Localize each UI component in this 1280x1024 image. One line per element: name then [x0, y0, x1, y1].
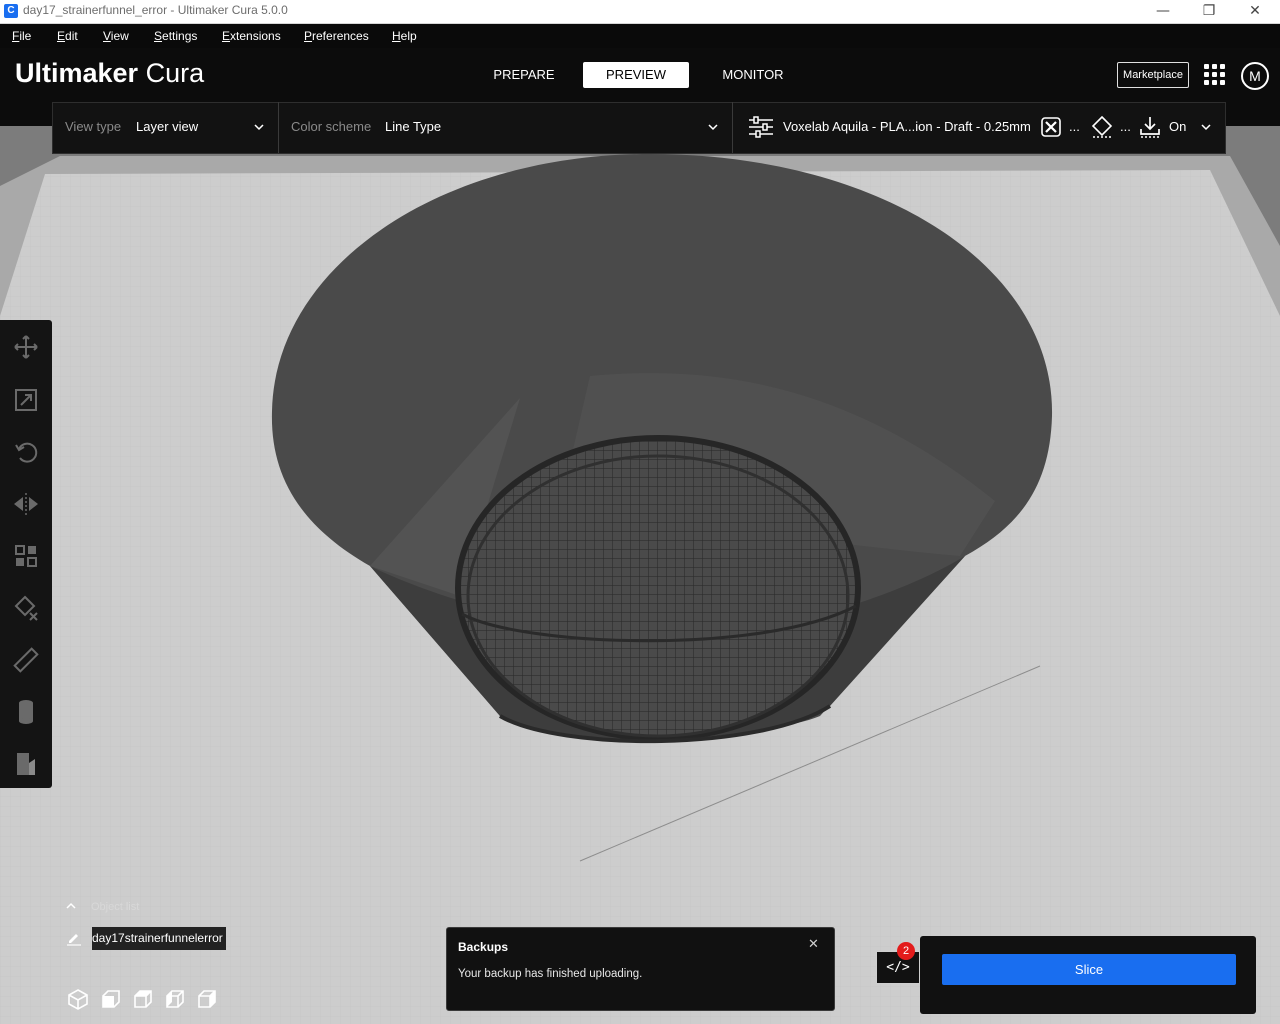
- marketplace-button[interactable]: Marketplace: [1117, 62, 1189, 88]
- measure-icon[interactable]: [11, 645, 41, 675]
- color-scheme-select[interactable]: Line Type: [385, 119, 441, 134]
- account-avatar[interactable]: M: [1241, 62, 1269, 90]
- menu-extensions[interactable]: Extensions: [222, 29, 281, 43]
- minimize-icon[interactable]: —: [1140, 0, 1186, 23]
- close-icon[interactable]: ✕: [808, 937, 819, 952]
- pencil-icon[interactable]: [66, 930, 82, 946]
- rotate-icon[interactable]: [11, 437, 41, 467]
- view-right-icon[interactable]: [195, 988, 217, 1010]
- tab-prepare[interactable]: PREPARE: [472, 62, 576, 88]
- chevron-down-icon[interactable]: [708, 122, 718, 132]
- toolbar-divider: [732, 102, 733, 153]
- 3d-viewport[interactable]: [0, 126, 1280, 1024]
- notification-badge: 2: [897, 942, 915, 960]
- restore-icon[interactable]: ❐: [1186, 0, 1232, 23]
- menu-edit[interactable]: Edit: [57, 29, 78, 43]
- menu-view[interactable]: View: [103, 29, 129, 43]
- message-title: Backups: [458, 940, 509, 954]
- chevron-down-icon[interactable]: [254, 122, 264, 132]
- per-model-settings-icon[interactable]: [11, 541, 41, 571]
- object-name-field[interactable]: day17strainerfunnelerror: [92, 927, 226, 950]
- view-type-select[interactable]: Layer view: [136, 119, 198, 134]
- view-top-icon[interactable]: [131, 988, 153, 1010]
- download-adhesion-icon[interactable]: [1139, 115, 1161, 139]
- color-scheme-label: Color scheme: [291, 119, 372, 134]
- title-bar: C day17_strainerfunnel_error - Ultimaker…: [0, 0, 1280, 24]
- view-type-label: View type: [65, 119, 122, 134]
- toolbar-divider: [278, 102, 279, 153]
- object-list-title[interactable]: Object list: [91, 901, 139, 913]
- chevron-up-icon[interactable]: [65, 900, 77, 912]
- chevron-down-icon[interactable]: [1201, 122, 1211, 132]
- build-plate-scene: [0, 126, 1280, 1024]
- adhesion-detail[interactable]: ...: [1120, 119, 1131, 134]
- menu-settings[interactable]: Settings: [154, 29, 197, 43]
- menu-bar: File Edit View Settings Extensions Prefe…: [0, 24, 1280, 48]
- apps-grid-icon[interactable]: [1204, 64, 1226, 86]
- close-icon[interactable]: ✕: [1232, 0, 1278, 23]
- adhesion-icon[interactable]: [1090, 115, 1114, 139]
- view-front-icon[interactable]: [99, 988, 121, 1010]
- print-settings-sliders-icon[interactable]: [748, 116, 774, 138]
- tab-monitor[interactable]: MONITOR: [700, 62, 806, 88]
- ultimaker-cura-logo: Ultimaker Cura: [15, 58, 205, 88]
- message-text: Your backup has finished uploading.: [458, 968, 643, 980]
- window-title: day17_strainerfunnel_error - Ultimaker C…: [23, 3, 288, 17]
- cura-app-icon: C: [4, 4, 18, 18]
- layer-object-icon[interactable]: [11, 749, 41, 779]
- slice-button[interactable]: Slice: [942, 954, 1236, 985]
- support-icon[interactable]: [1041, 117, 1061, 137]
- mirror-icon[interactable]: [11, 489, 41, 519]
- scale-icon[interactable]: [11, 385, 41, 415]
- cylinder-icon[interactable]: [11, 697, 41, 727]
- menu-preferences[interactable]: Preferences: [304, 29, 369, 43]
- support-value[interactable]: ...: [1069, 119, 1080, 134]
- menu-file[interactable]: File: [12, 29, 31, 43]
- tab-preview[interactable]: PREVIEW: [583, 62, 689, 88]
- view-3d-icon[interactable]: [67, 988, 89, 1010]
- print-profile-selector[interactable]: Voxelab Aquila - PLA...ion - Draft - 0.2…: [783, 119, 1031, 134]
- adhesion-value[interactable]: On: [1169, 119, 1186, 134]
- view-left-icon[interactable]: [163, 988, 185, 1010]
- menu-help[interactable]: Help: [392, 29, 417, 43]
- move-icon[interactable]: [11, 332, 41, 362]
- support-blocker-icon[interactable]: [11, 593, 41, 623]
